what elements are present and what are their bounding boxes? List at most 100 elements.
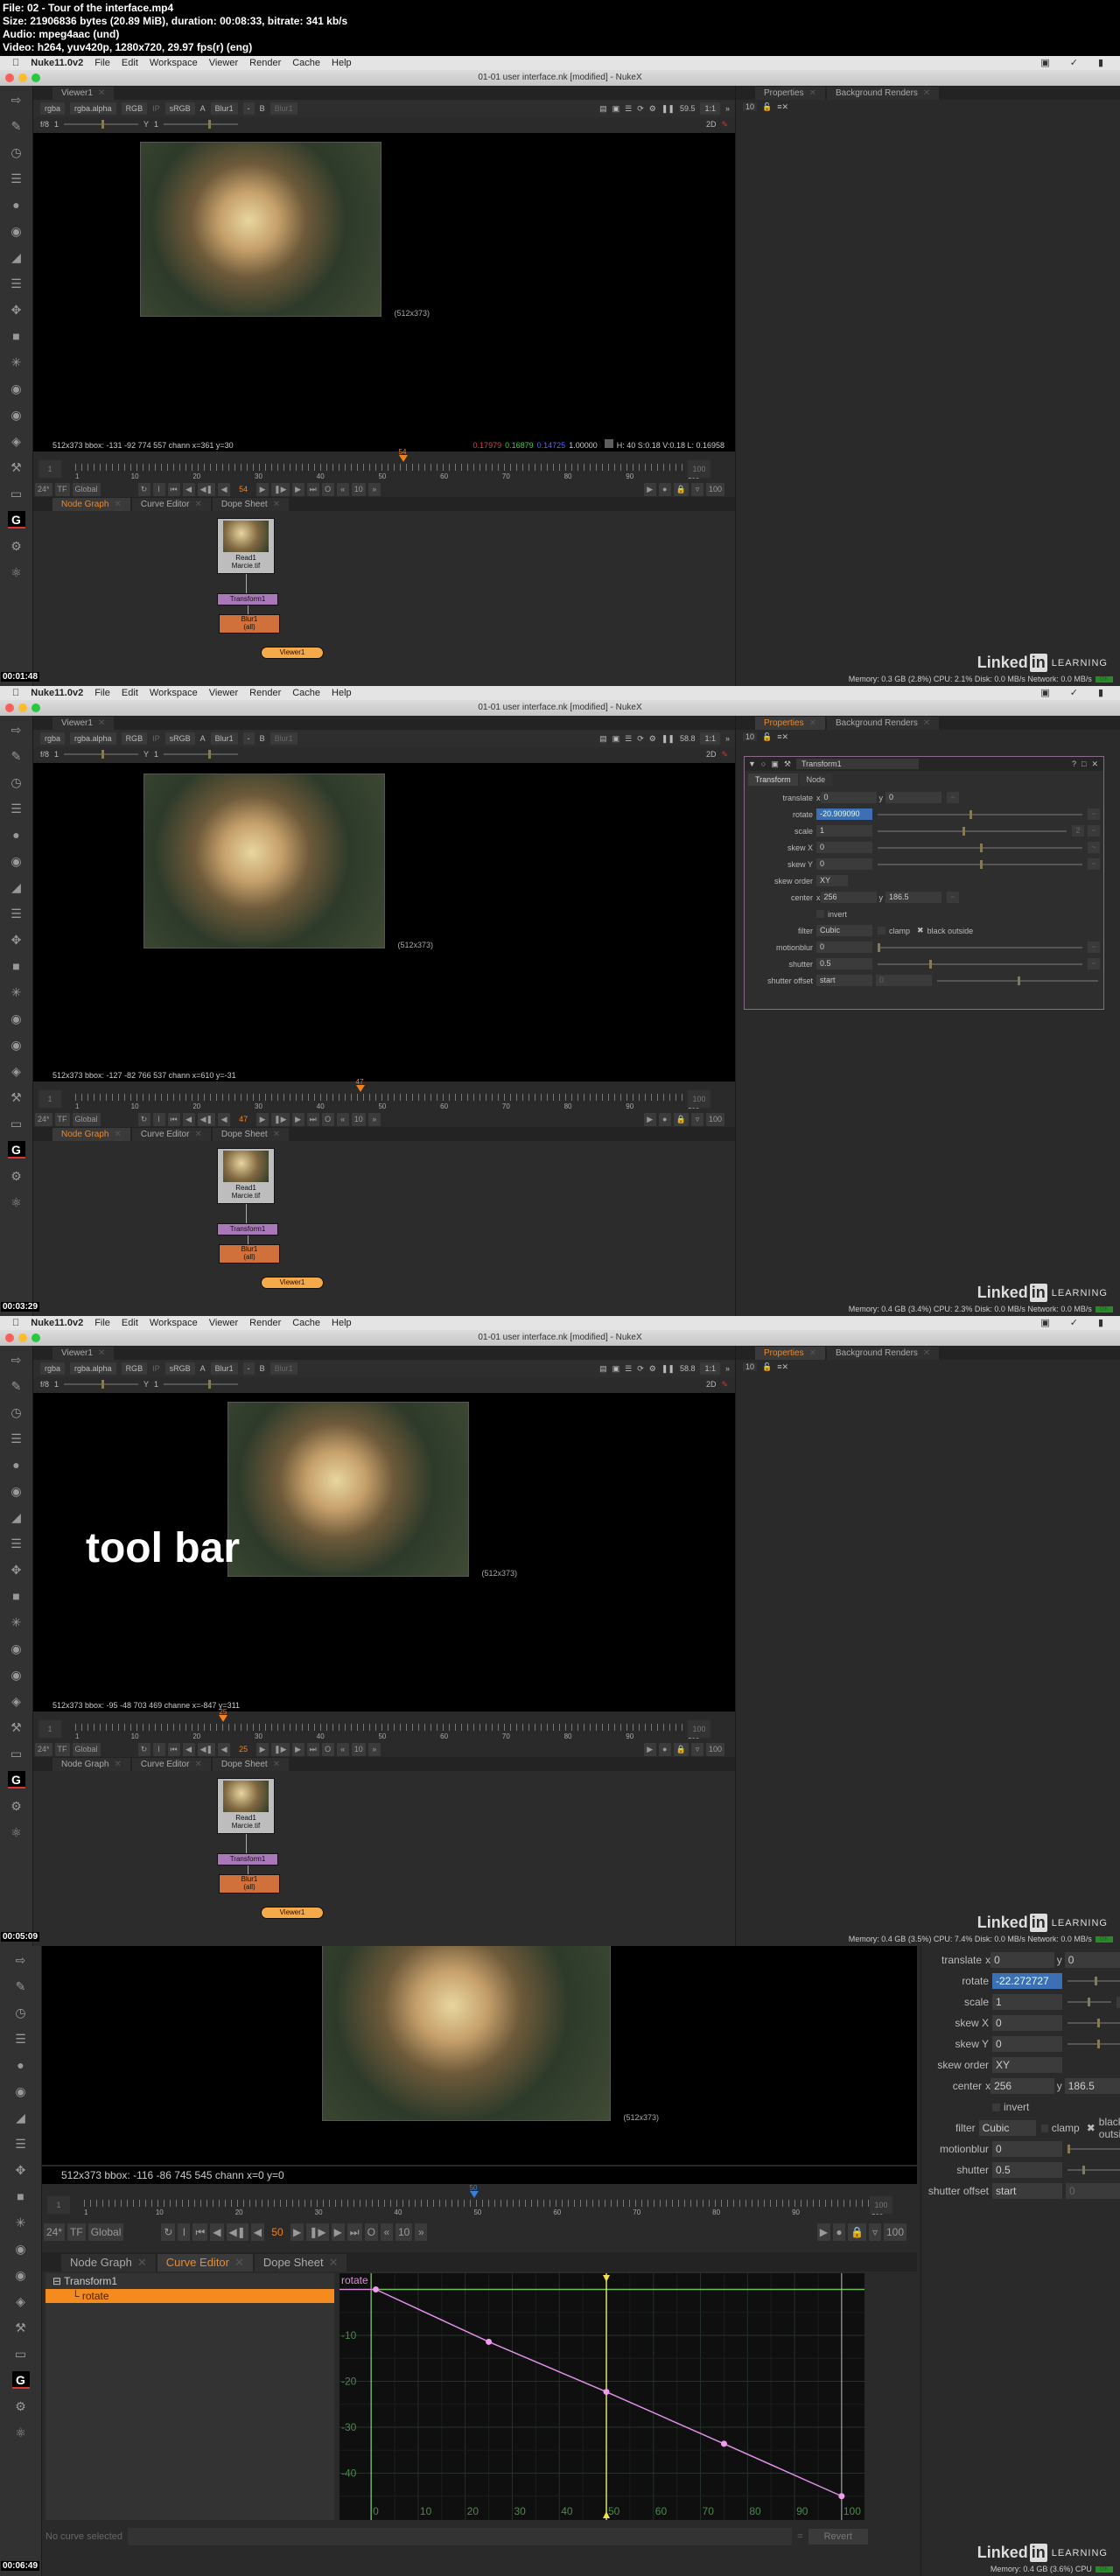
flipbook-icon[interactable]: ▶	[816, 2223, 831, 2241]
animation-icon[interactable]: ~	[1088, 825, 1100, 836]
roi-icon[interactable]: ▣	[612, 104, 620, 114]
node-viewer1[interactable]: Viewer1	[261, 1277, 324, 1289]
node-blur1[interactable]: Blur1 (all)	[219, 1244, 280, 1264]
tab-curve-editor[interactable]: Curve Editor ✕	[131, 1128, 211, 1141]
gain-slider[interactable]	[64, 120, 139, 129]
node-read1[interactable]: Read1 Marcie.tif	[217, 1148, 275, 1204]
tab-curve-editor[interactable]: Curve Editor ✕	[157, 2254, 253, 2272]
clamp-checkbox[interactable]	[878, 927, 886, 934]
b-input-dropdown[interactable]: Blur1	[270, 102, 298, 115]
skew-y-field[interactable]: 0	[992, 2036, 1062, 2052]
step-forward-icon[interactable]: »	[415, 2223, 428, 2241]
battery-icon[interactable]: ▮	[1098, 1317, 1103, 1328]
ip-button[interactable]: IP	[152, 1364, 160, 1373]
roi-icon[interactable]: ▣	[612, 1364, 620, 1374]
furnace-icon[interactable]: ⚙	[8, 537, 25, 555]
scale-slider[interactable]	[878, 826, 1067, 836]
plugin-icon[interactable]: ⚛	[8, 564, 25, 581]
menu-edit[interactable]: Edit	[122, 58, 138, 68]
translate-y-field[interactable]: 0	[1064, 1952, 1120, 1968]
3d-tool-icon[interactable]: ■	[8, 957, 25, 975]
node-read1[interactable]: Read1 Marcie.tif	[217, 1778, 275, 1834]
fps-dropdown[interactable]: 24*	[35, 1742, 52, 1756]
wipe-icon[interactable]: ▤	[599, 104, 607, 114]
refresh-icon[interactable]: ⟳	[637, 104, 644, 114]
menu-viewer[interactable]: Viewer	[209, 688, 238, 698]
timeline-start[interactable]: 1	[38, 1720, 61, 1738]
tab-dope-sheet[interactable]: Dope Sheet ✕	[212, 1758, 290, 1771]
help-icon[interactable]: ?	[1072, 760, 1076, 768]
menu-file[interactable]: File	[94, 1318, 110, 1328]
node-transform1[interactable]: Transform1	[217, 1853, 278, 1866]
scale-field[interactable]: 1	[992, 1994, 1062, 2010]
alpha-dropdown[interactable]: rgba.alpha	[70, 102, 116, 115]
shutter-offset-field[interactable]: 0	[1066, 2183, 1120, 2199]
invert-checkbox[interactable]	[992, 2103, 1000, 2111]
next-frame-icon[interactable]: ❚▶	[271, 1742, 290, 1756]
particles-tool-icon[interactable]: ✳	[12, 2214, 30, 2231]
motionblur-slider[interactable]	[878, 942, 1082, 952]
time-tool-icon[interactable]: ◷	[8, 144, 25, 161]
minimize-window-button[interactable]	[18, 1334, 27, 1342]
close-icon[interactable]: ✕	[273, 1128, 280, 1141]
skew-y-slider[interactable]	[878, 859, 1082, 869]
compare-dropdown[interactable]: -	[242, 732, 255, 745]
first-frame-icon[interactable]: ⏮	[167, 482, 180, 496]
shutter-offset-slider[interactable]	[937, 976, 1098, 985]
time-tool-icon[interactable]: ◷	[12, 2004, 30, 2021]
fstop-label[interactable]: f/8	[40, 750, 49, 759]
zoom-window-button[interactable]	[32, 74, 40, 82]
current-frame-field[interactable]: 54	[233, 483, 254, 496]
menu-file[interactable]: File	[94, 58, 110, 68]
viewer-icon[interactable]: ▣	[771, 760, 779, 769]
mode-dropdown[interactable]: 2D	[706, 750, 717, 759]
playhead-range-icon[interactable]: ▿	[690, 1742, 704, 1756]
app-menu[interactable]: Nuke11.0v2	[31, 58, 83, 68]
step-back-icon[interactable]: «	[336, 1112, 349, 1126]
rotate-slider[interactable]	[1068, 1977, 1120, 1985]
image-tool-icon[interactable]: ⇨	[8, 721, 25, 738]
gain-slider[interactable]	[64, 1380, 139, 1389]
expand-icon[interactable]: »	[725, 104, 735, 113]
tab-viewer1[interactable]: Viewer1 ✕	[52, 717, 115, 730]
camera-icon[interactable]: ▣	[1040, 687, 1049, 698]
channels-dropdown[interactable]: rgba	[40, 732, 66, 745]
translate-y-field[interactable]: 0	[886, 792, 942, 803]
alpha-dropdown[interactable]: rgba.alpha	[70, 732, 116, 745]
pause-icon[interactable]: ❚❚	[662, 734, 675, 744]
keyer-tool-icon[interactable]: ◢	[8, 878, 25, 896]
check-icon[interactable]: ✓	[1070, 687, 1078, 698]
menu-render[interactable]: Render	[249, 58, 281, 68]
keyer-tool-icon[interactable]: ◢	[12, 2109, 30, 2126]
camera-icon[interactable]: ▣	[1040, 1317, 1049, 1328]
timeline-end[interactable]: 100	[688, 1090, 710, 1108]
prev-frame-icon[interactable]: ◀❚	[226, 2223, 248, 2241]
gain-input[interactable]: 1	[54, 120, 59, 129]
particles-tool-icon[interactable]: ✳	[8, 1614, 25, 1631]
playhead-marker[interactable]	[219, 1715, 228, 1722]
step-increment[interactable]: 10	[351, 1742, 366, 1756]
center-y-field[interactable]: 186.5	[1064, 2078, 1120, 2094]
play-backward-icon[interactable]: ◀	[250, 2223, 265, 2241]
furnace-icon[interactable]: ⚙	[8, 1167, 25, 1185]
close-icon[interactable]: ✕	[194, 498, 201, 511]
shutter-offset-dropdown[interactable]: start	[992, 2183, 1062, 2199]
in-point-button[interactable]: I	[152, 1742, 165, 1756]
motionblur-field[interactable]: 0	[816, 942, 872, 953]
views-tool-icon[interactable]: ◉	[12, 2266, 30, 2284]
toolsets-icon[interactable]: ▭	[8, 485, 25, 502]
scope-dropdown[interactable]: Global	[72, 1742, 101, 1756]
in-point-button[interactable]: I	[178, 2223, 191, 2241]
skew-x-slider[interactable]	[1068, 2019, 1120, 2027]
out-point-button[interactable]: O	[364, 2223, 378, 2241]
step-forward-icon[interactable]: »	[368, 1112, 381, 1126]
lock-icon[interactable]: 🔒	[848, 2223, 866, 2241]
lock-icon[interactable]: 🔒	[673, 1112, 689, 1126]
motionblur-slider[interactable]	[1068, 2145, 1120, 2153]
center-y-field[interactable]: 186.5	[886, 892, 942, 903]
tab-viewer1[interactable]: Viewer1 ✕	[52, 1347, 115, 1360]
node-graph-area[interactable]: Read1 Marcie.tif Transform1 Blur1 (all) V…	[33, 1141, 735, 1316]
transform-tool-icon[interactable]: ✥	[12, 2161, 30, 2179]
tab-properties[interactable]: Properties ✕	[755, 87, 825, 100]
channel-tool-icon[interactable]: ☰	[8, 800, 25, 817]
